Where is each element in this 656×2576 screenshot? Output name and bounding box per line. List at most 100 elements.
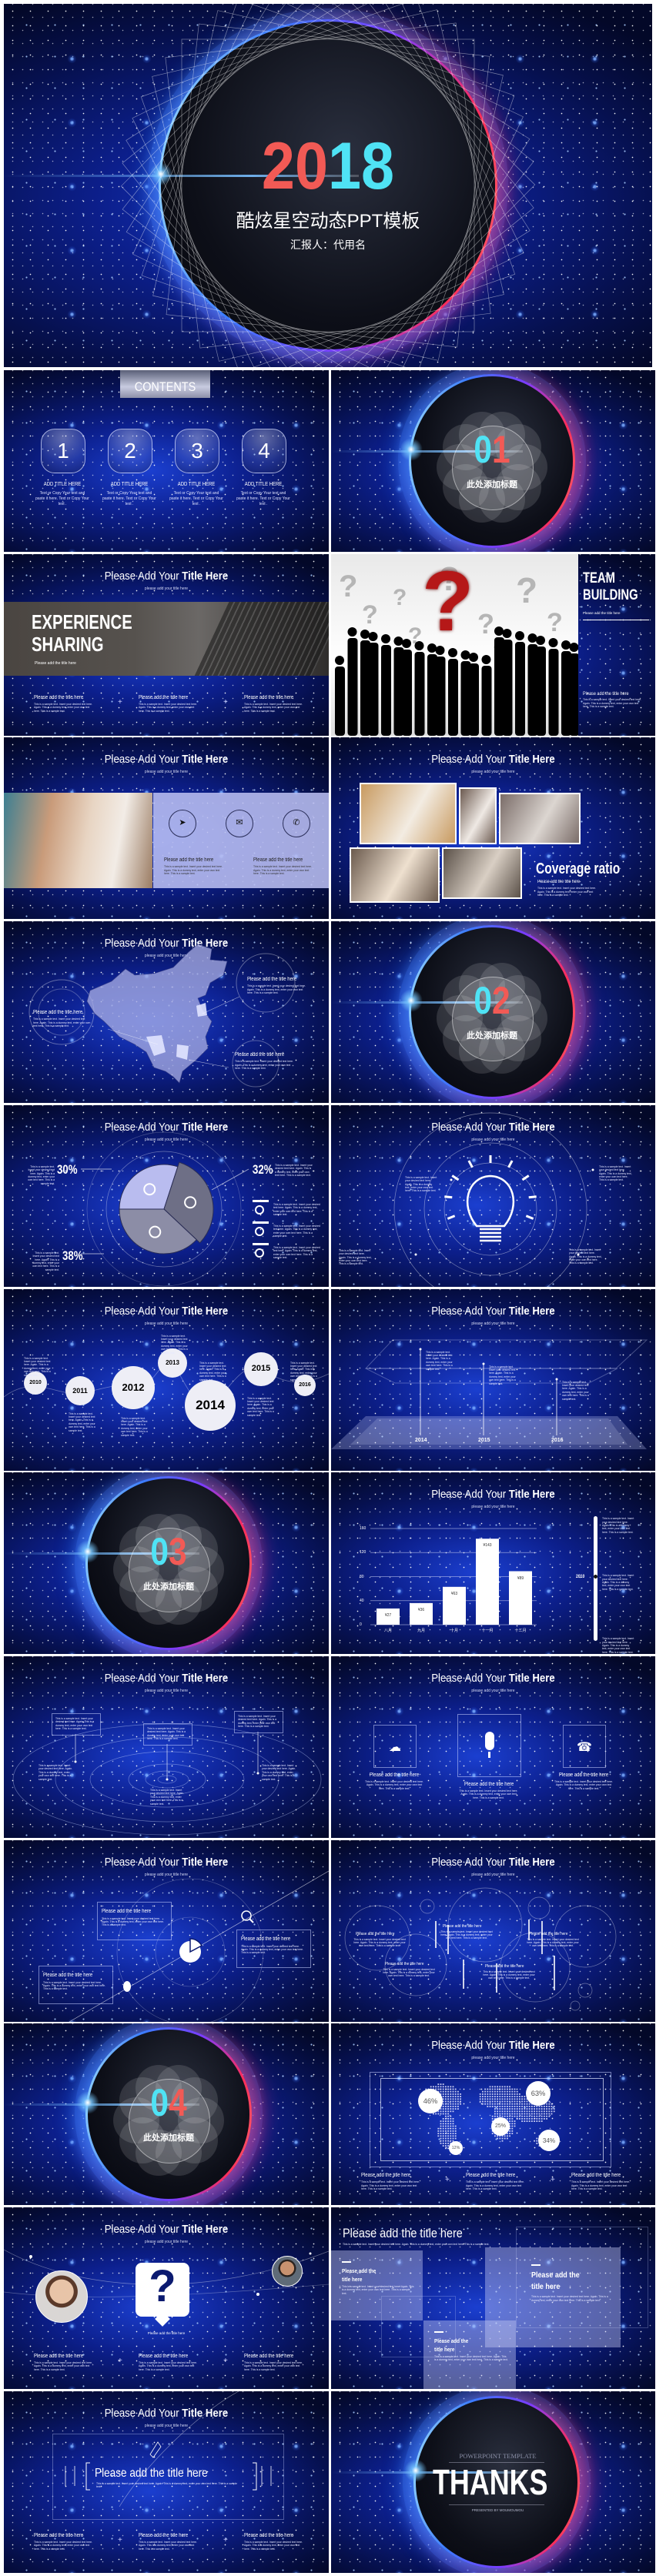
slide-contents[interactable]: CONTENTS 1 ADD TITLE HERE Text or Copy Your… (4, 370, 329, 552)
y-tick-label: 120 (360, 1550, 366, 1555)
title-normal: Please Add Your (431, 1671, 509, 1685)
timeline-year-circle[interactable]: 2015 (244, 1351, 278, 1386)
experience-caption: Please add the title here (35, 660, 76, 666)
square-text: This is a sample text. Insert your desir… (434, 2354, 508, 2362)
item-text: This is a sample text. Insert your desir… (244, 2361, 303, 2371)
slide-thanks[interactable]: POWERPOINT TEMPLATE THANKS PRESENTED BY MO… (331, 2391, 655, 2573)
contact-icon-circle[interactable]: ✉ (226, 810, 253, 838)
slide-bar-chart[interactable]: Please Add Your Title Here please add you… (331, 1472, 655, 1655)
item-text: This is a sample text. Insert your desir… (235, 1060, 293, 1070)
text-box: This is a sample text. Insert your desir… (52, 1712, 101, 1736)
item-text: This is a sample text. Insert your desir… (361, 2180, 420, 2191)
title-bold: Title Here (508, 1671, 555, 1685)
item-title: Please add the title here (139, 694, 189, 700)
slide-bubble-bars[interactable]: Please Add Your Title Here please add you… (331, 1839, 655, 2022)
slide-orbit[interactable]: Please Add Your Title Here please add you… (4, 1656, 329, 1838)
timeline-text: This is a sample text. Insert your desir… (247, 1396, 274, 1417)
text-box: Please add the title here This is a sampl… (38, 1965, 113, 2004)
team-line2: BUILDING (583, 586, 638, 603)
bar-value-label: ¥36 (417, 1608, 425, 1613)
item-text: This is a sample text. Insert your desir… (139, 702, 197, 713)
contents-number: 2 (124, 439, 136, 463)
icon-box[interactable] (457, 1713, 521, 1777)
timeline-year-circle[interactable]: 2011 (65, 1375, 95, 1405)
slide-lightbulb[interactable]: Please Add Your Title Here please add you… (331, 1104, 655, 1287)
slide-diagonal-boxes[interactable]: Please Add Your Title Here please add you… (4, 1839, 329, 2022)
timeline-year: 2013 (166, 1359, 179, 1367)
collage-photo (360, 783, 457, 845)
mail-icon: ✉ (236, 817, 243, 828)
contact-icon-circle[interactable]: ➤ (169, 810, 196, 838)
contents-item-text: Text or Copy Your text and paste it here… (169, 491, 223, 506)
contents-number-box[interactable]: 3 (175, 429, 219, 473)
section-number-a: 0 (474, 979, 492, 1023)
square-title-line1: Please add the (434, 2337, 469, 2344)
title-normal: Please Add Your (104, 753, 182, 767)
list-bar (253, 1242, 269, 1245)
item-title: Please add the title here (247, 977, 297, 983)
slide-translucent-squares[interactable]: Please add the title here This is a sampl… (331, 2207, 655, 2389)
translucent-square[interactable]: Please add the title here This is a sample… (423, 2320, 516, 2389)
pie-label: 30% (57, 1161, 78, 1177)
item-title: Please add the title here (361, 2173, 411, 2179)
slide-team-building[interactable]: ?????????? TEAMBUILDING Please add the tit… (331, 553, 655, 736)
slide-timeline[interactable]: Please Add Your Title Here please add you… (4, 1288, 329, 1471)
slide-bracket-frame[interactable]: Please Add Your Title Here please add you… (4, 2391, 329, 2573)
contents-number-box[interactable]: 4 (242, 429, 286, 473)
slide-section-03[interactable]: 03 此处添加标题 (4, 1472, 329, 1655)
slide-title: Please Add Your Title Here (23, 753, 309, 766)
item-title: Please add the title here (139, 2532, 189, 2538)
slide-subtitle: please add your title here (144, 586, 189, 591)
slide-icon-boxes[interactable]: Please Add Your Title Here please add you… (331, 1656, 655, 1838)
item-text: This is a sample text. Insert your desir… (34, 2361, 92, 2371)
slide-section-04[interactable]: 04 此处添加标题 (4, 2023, 329, 2206)
frame-text: This is a sample text. Insert your desir… (96, 2481, 238, 2489)
item-title: Please add the title here (244, 2532, 294, 2538)
platform-year: 2015 (478, 1437, 490, 1443)
slide-section-01[interactable]: 01 此处添加标题 (331, 370, 655, 552)
item-text: This is a sample text. Insert your desir… (353, 1937, 406, 1948)
label-text: This is a sample text. Insert your desir… (275, 1163, 313, 1178)
label-text: This is a sample text. Insert your desir… (32, 1251, 59, 1271)
contents-item-text: Text or Copy Your text and paste it here… (102, 491, 156, 506)
plus-divider: + (118, 2535, 122, 2544)
item-text: This is a sample text. Insert your desir… (483, 1970, 535, 1980)
item-title: Please add the title here (466, 2173, 516, 2179)
flare-spot (400, 989, 423, 1013)
item-title: Please add the title here (559, 1772, 609, 1778)
slide-question-people[interactable]: Please Add Your Title Here please add you… (4, 2207, 329, 2389)
timeline-year: 2010 (29, 1379, 42, 1385)
item-title: Please add the title here (241, 1936, 291, 1942)
section-number: 01 (460, 430, 525, 469)
cover-reporter: 汇报人：代用名 (290, 239, 366, 251)
bubble-caption: Please add the title here (147, 2331, 186, 2335)
slide-world-map[interactable]: Please Add Your Title Here please add you… (331, 2023, 655, 2206)
dash-mark (531, 2264, 541, 2266)
item-text: This is a sample text. Insert your desir… (554, 1779, 613, 1790)
mic-capsule (484, 1731, 494, 1750)
timeline-year-circle[interactable]: 2014 (185, 1379, 236, 1431)
percent-value: 25% (495, 2123, 506, 2130)
money-bag-icon (123, 1980, 131, 1992)
slide-experience-sharing[interactable]: Please Add Your Title Here please add you… (4, 553, 329, 736)
timeline-year: 2011 (72, 1386, 88, 1395)
slide-coverage-ratio[interactable]: Please Add Your Title Here please add you… (331, 737, 655, 920)
box-text: This is a sample text. Insert your desir… (147, 1726, 186, 1741)
slide-contact-photo[interactable]: Please Add Your Title Here please add you… (4, 737, 329, 920)
slide-platform-timeline[interactable]: Please Add Your Title Here please add you… (331, 1288, 655, 1471)
slide-social-pie[interactable]: Please Add Your Title Here please add you… (4, 1104, 329, 1287)
slide-cover[interactable]: 2018 酷炫星空动态PPT模板 汇报人：代用名 (4, 4, 652, 367)
thermometer-bar (594, 1516, 597, 1642)
wechat-icon (255, 1248, 264, 1258)
box-text: This is a sample text. Insert your desir… (55, 1716, 95, 1731)
slide-china-map[interactable]: Please Add Your Title Here please add you… (4, 921, 329, 1104)
icon-box[interactable]: ☁ (373, 1724, 417, 1768)
contents-number-box[interactable]: 1 (41, 429, 85, 473)
translucent-square[interactable]: Please add the title here This is a sample… (331, 2250, 423, 2320)
experience-line2: SHARING (32, 632, 104, 656)
contact-icon-circle[interactable]: ✆ (283, 810, 310, 838)
timeline-year-circle[interactable]: 2012 (112, 1365, 155, 1409)
slide-section-02[interactable]: 02 此处添加标题 (331, 921, 655, 1104)
icon-box[interactable]: ☎ (563, 1724, 606, 1768)
contents-number-box[interactable]: 2 (108, 429, 152, 473)
